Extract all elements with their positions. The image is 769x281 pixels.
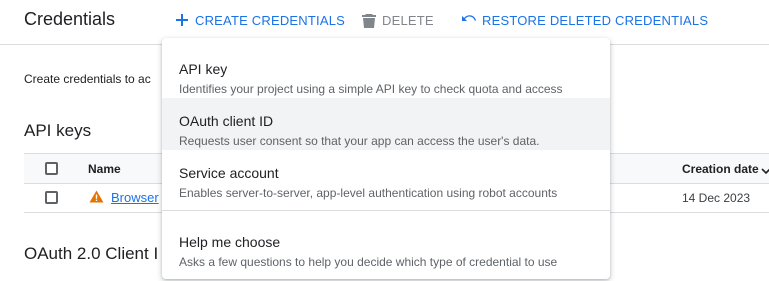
restore-icon [461,14,476,26]
menu-item-api-key[interactable]: API key Identifies your project using a … [162,46,610,98]
plus-icon [175,13,189,27]
menu-item-title: API key [179,61,228,77]
column-name-header[interactable]: Name [88,162,121,176]
intro-text: Create credentials to ac [24,72,151,86]
restore-label: RESTORE DELETED CREDENTIALS [482,12,709,28]
create-credentials-button[interactable]: CREATE CREDENTIALS [175,12,345,28]
page-title: Credentials [24,9,116,29]
menu-item-title: Service account [179,165,279,181]
menu-item-title: OAuth client ID [179,113,274,129]
menu-item-oauth-client-id[interactable]: OAuth client ID Requests user consent so… [162,98,610,150]
menu-item-description: Enables server-to-server, app-level auth… [179,186,558,200]
creation-date-cell: 14 Dec 2023 [682,191,751,205]
menu-item-description: Requests user consent so that your app c… [179,134,540,148]
api-keys-title: API keys [24,121,92,140]
warning-icon [89,190,104,208]
menu-item-title: Help me choose [179,234,281,250]
column-creation-date-header[interactable]: Creation date [682,162,759,176]
trash-icon [362,13,376,28]
api-key-name-link[interactable]: Browser [111,190,159,205]
select-all-checkbox[interactable] [45,162,58,175]
menu-item-description: Asks a few questions to help you decide … [179,255,558,269]
menu-item-service-account[interactable]: Service account Enables server-to-server… [162,150,610,202]
create-credentials-menu: API key Identifies your project using a … [162,38,610,279]
menu-divider [162,210,610,211]
sort-arrow-icon[interactable] [761,163,769,181]
menu-item-description: Identifies your project using a simple A… [179,82,563,96]
oauth-clients-title: OAuth 2.0 Client I [24,244,159,263]
menu-item-help-me-choose[interactable]: Help me choose Asks a few questions to h… [162,219,610,271]
row-checkbox[interactable] [45,191,58,204]
delete-label: DELETE [382,12,434,28]
restore-deleted-credentials-button[interactable]: RESTORE DELETED CREDENTIALS [461,12,708,28]
create-credentials-label: CREATE CREDENTIALS [195,12,345,28]
delete-button[interactable]: DELETE [362,12,434,28]
